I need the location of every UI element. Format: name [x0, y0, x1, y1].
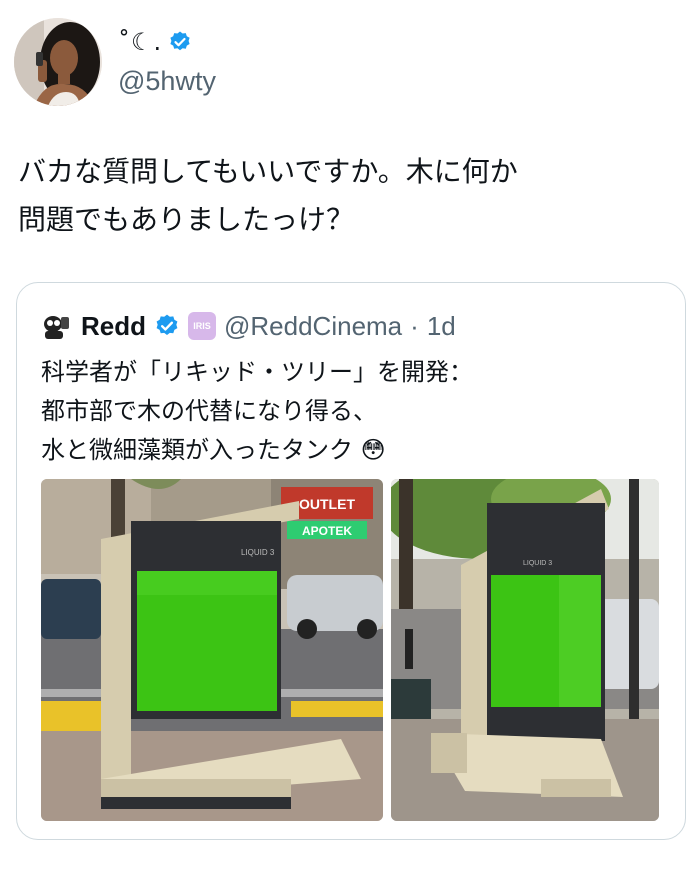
quote-author-name[interactable]: Redd: [81, 311, 146, 342]
tweet-text: バカな質問してもいいですか。木に何か 問題でもありましたっけ？: [18, 155, 518, 236]
quote-separator: ·: [410, 310, 419, 341]
liquid-tree-street-photo: OUTLET APOTEK LIQUID 3: [41, 479, 383, 821]
apotek-sign: APOTEK: [302, 524, 352, 538]
author-name-row[interactable]: ˚☾.: [118, 28, 192, 56]
author-handle[interactable]: @5hwty: [118, 66, 216, 97]
quote-timestamp[interactable]: 1d: [427, 311, 456, 342]
quote-header: Redd IRIS @ReddCinema · 1d: [39, 309, 456, 343]
avatar[interactable]: [14, 18, 102, 106]
quote-text: 科学者が「リキッド・ツリー」を開発： 都市部で木の代替になり得る、 水と微細藻類…: [41, 358, 473, 464]
quote-author-handle[interactable]: @ReddCinema: [224, 311, 402, 342]
quote-tweet-card[interactable]: Redd IRIS @ReddCinema · 1d 科学者が「リキッド・ツリー…: [16, 282, 686, 840]
verified-badge-icon: [170, 31, 190, 51]
quote-verified-badge-icon: [156, 314, 178, 335]
device-label-2: LIQUID 3: [523, 560, 552, 567]
liquid-tree-sidewalk-photo: LIQUID 3: [391, 479, 659, 821]
author-display-name[interactable]: ˚☾.: [118, 28, 162, 56]
quote-image-2[interactable]: LIQUID 3: [391, 479, 659, 821]
quote-avatar-icon[interactable]: [39, 309, 73, 343]
avatar-photo: [14, 18, 102, 106]
quote-image-1[interactable]: OUTLET APOTEK LIQUID 3: [41, 479, 383, 821]
device-label-1: LIQUID 3: [241, 548, 275, 557]
affiliate-badge-icon: IRIS: [188, 312, 216, 340]
outlet-sign: OUTLET: [299, 496, 355, 512]
